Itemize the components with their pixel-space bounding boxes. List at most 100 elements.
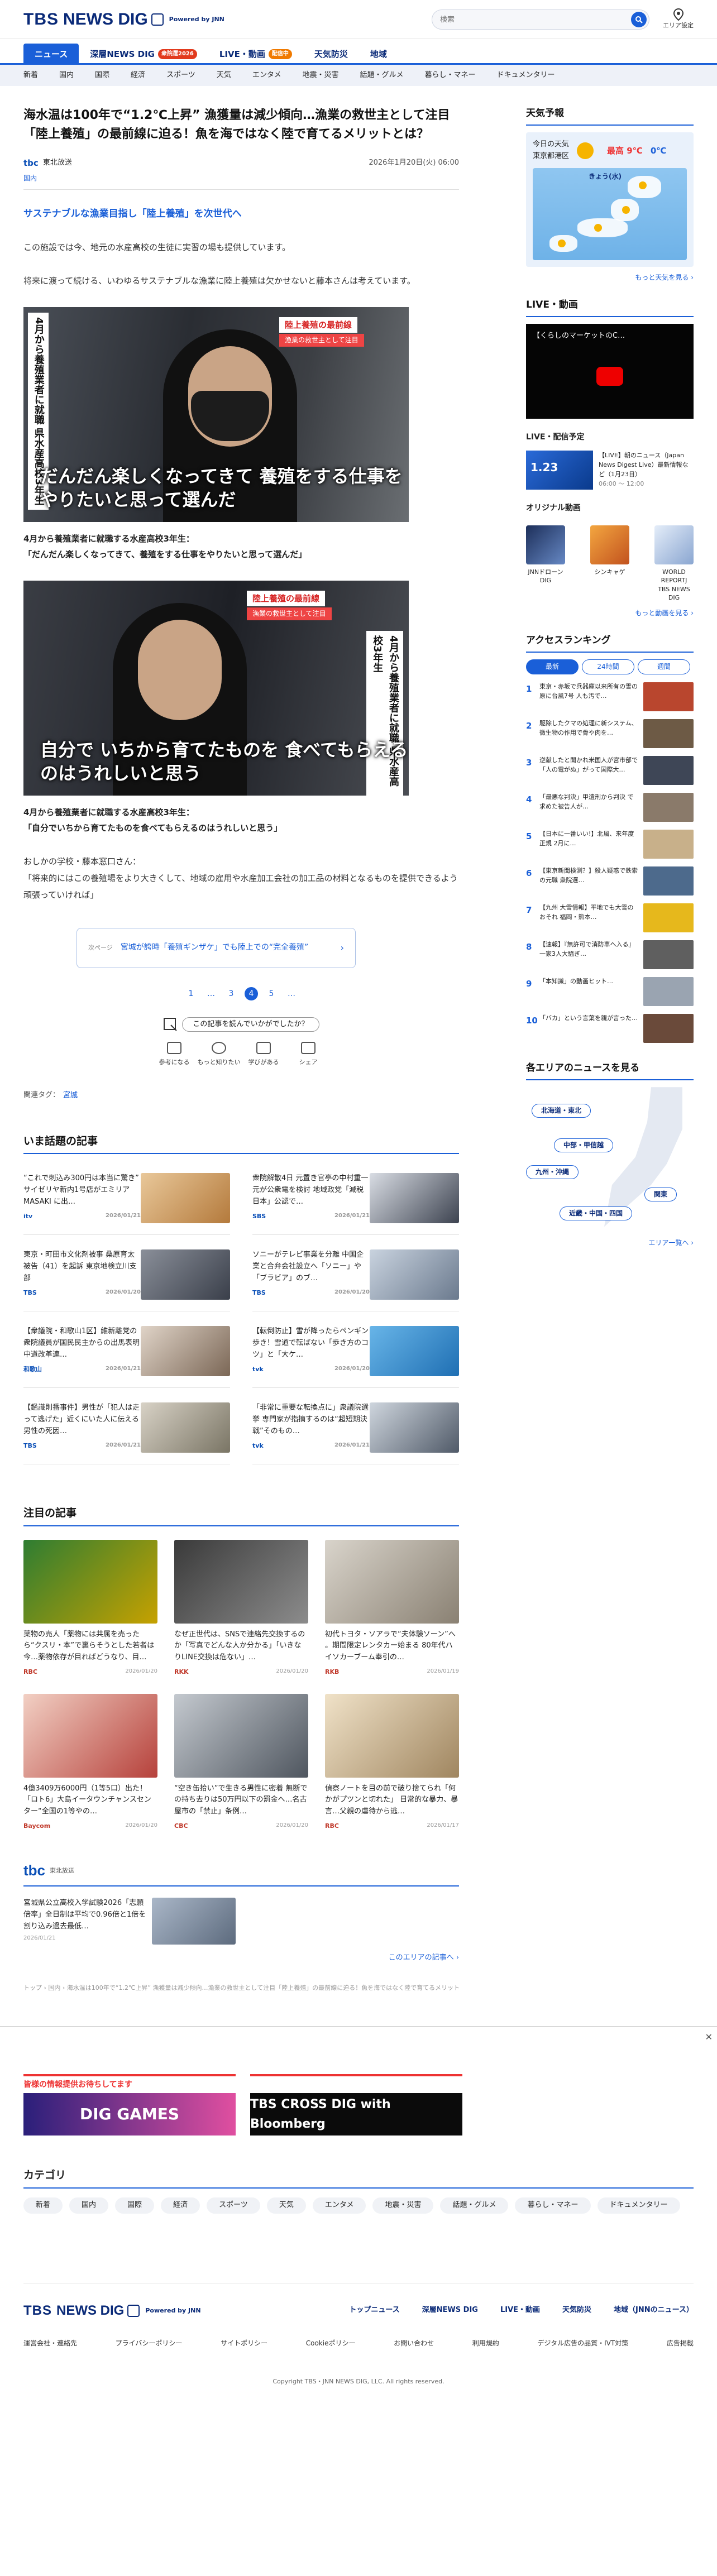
ranking-item[interactable]: 8 【速報】『無許可で消防車へ入る』一家3人大騒ぎ… <box>526 940 694 970</box>
area-button[interactable]: 近畿・中国・四国 <box>560 1206 633 1221</box>
category-chip[interactable]: 国内 <box>69 2197 109 2214</box>
featured-card[interactable]: “空き缶拾い”で生きる男性に密着 無断での持ち去りは50万円以下の罰金へ…名古屋… <box>174 1693 308 1831</box>
featured-card[interactable]: 薬物の売人「薬物には共属を売ったら“クスリ・本”で裏らそうとした若者は今…薬物依… <box>23 1539 157 1677</box>
live-video-player[interactable]: 【くらしのマーケットのC… <box>526 324 694 419</box>
category-chip[interactable]: 国際 <box>115 2197 155 2214</box>
category-chip[interactable]: 経済 <box>161 2197 200 2214</box>
ranking-item[interactable]: 4 「最悪な判決」甲遺刑から判決 で求めた被告人が… <box>526 793 694 822</box>
share-button[interactable]: シェア <box>286 1042 331 1067</box>
area-button[interactable]: 九州・沖縄 <box>526 1165 579 1180</box>
promo-banner-games[interactable]: 皆様の情報提供お待ちしてます DIG GAMES <box>23 2074 236 2136</box>
footer-link[interactable]: LIVE・動画 <box>500 2305 540 2316</box>
subnav-item[interactable]: 暮らし・マネー <box>424 70 475 82</box>
category-chip[interactable]: 天気 <box>266 2197 306 2214</box>
footer-link[interactable]: 地域（JNNのニュース） <box>614 2305 694 2316</box>
tbc-more-link[interactable]: このエリアの記事へ › <box>23 1952 459 1964</box>
topic-item[interactable]: ソニーがテレビ事業を分離 中国企業と合弁会社設立へ「ソニー」や「ブラビア」のブ…… <box>252 1244 459 1312</box>
gnav-shinso[interactable]: 深層NEWS DIG 衆院選2026 <box>79 44 208 65</box>
page-link[interactable]: 3 <box>224 987 238 1000</box>
breadcrumb[interactable]: トップ › 国内 › 海水温は100年で“1.2℃上昇” 漁獲量は減少傾向…漁業… <box>23 1983 459 2004</box>
page-link[interactable]: 1 <box>184 987 198 1000</box>
footer-logo[interactable]: TBS NEWS DIG Powered by JNN <box>23 2300 201 2321</box>
footer-sub-link[interactable]: 利用規約 <box>472 2338 499 2349</box>
footer-sub-link[interactable]: 広告掲載 <box>667 2338 694 2349</box>
gnav-weather[interactable]: 天気防災 <box>303 44 359 65</box>
subnav-item[interactable]: 国際 <box>95 70 109 82</box>
topic-item[interactable]: 「非常に重要な転換点に」衆議院選挙 専門家が指摘するのは“超短期決戦”そのもの…… <box>252 1397 459 1465</box>
article-category-link[interactable]: 国内 <box>23 173 459 190</box>
category-chip[interactable]: 地震・災害 <box>372 2197 434 2214</box>
promo-banner-crossdig[interactable]: TBS CROSS DIG with Bloomberg <box>250 2074 462 2136</box>
footer-sub-link[interactable]: サイトポリシー <box>221 2338 267 2349</box>
area-button[interactable]: 中部・甲信越 <box>554 1138 614 1153</box>
footer-sub-link[interactable]: Cookieポリシー <box>306 2338 356 2349</box>
topic-item[interactable]: “これで刺込み300円は本当に驚き” サイゼリヤ新内1号店がエミリアMASAKI… <box>23 1167 230 1236</box>
tbc-article[interactable]: 宮城県公立高校入学試験2026「志願倍率」全日制は平均で0.96倍と1倍を割り込… <box>23 1898 236 1945</box>
topic-item[interactable]: 【鑑識則番事件】男性が「犯人は走って逃げた」近くにいた人に伝える 男性の死因… T… <box>23 1397 230 1465</box>
gnav-news[interactable]: ニュース <box>23 44 79 65</box>
featured-card[interactable]: 4億3409万6000円（1等5口）出た！「ロト6」大島イータウンチャンスセンタ… <box>23 1693 157 1831</box>
subnav-item[interactable]: エンタメ <box>252 70 281 82</box>
footer-link[interactable]: 天気防災 <box>562 2305 591 2316</box>
featured-card[interactable]: 偵察ノートを目の前で破り捨てられ「何かがプツンと切れた」 日常的な暴力、暴言…父… <box>325 1693 459 1831</box>
featured-card[interactable]: 初代トヨタ・ソアラで“夫体験ソーン”へ 。期間限定レンタカー始まる 80年代ハイ… <box>325 1539 459 1677</box>
tag-link[interactable]: 宮城 <box>63 1091 78 1099</box>
topic-item[interactable]: 東京・町田市文化剤被事 桑原育太被告（41）を起訴 東京地検立川支部 TBS 202… <box>23 1244 230 1312</box>
weather-widget[interactable]: 今日の天気 東京都港区 最高 9℃ 0℃ きょう(水) <box>526 132 694 267</box>
reaction-learn-button[interactable]: 学びがある <box>241 1042 286 1067</box>
originals-more-link[interactable]: もっと動画を見る › <box>526 608 694 619</box>
area-button[interactable]: 北海道・東北 <box>532 1104 591 1118</box>
ranking-item[interactable]: 3 逆献したと聞かれ米国人が宮市部で「人の電がぬ」がって国際大… <box>526 756 694 786</box>
subnav-item[interactable]: 天気 <box>217 70 231 82</box>
category-chip[interactable]: 話題・グルメ <box>440 2197 509 2214</box>
footer-sub-link[interactable]: お問い合わせ <box>394 2338 434 2349</box>
category-chip[interactable]: エンタメ <box>312 2197 366 2214</box>
featured-card[interactable]: なぜ正世代は、SNSで連絡先交換するのか「写真でどんな人か分かる」「いきなりLI… <box>174 1539 308 1677</box>
page-current[interactable]: 4 <box>245 987 258 1000</box>
gnav-live[interactable]: LIVE・動画 配信中 <box>208 44 303 65</box>
ranking-item[interactable]: 6 【東京新聞検測？】殺人疑惑で鉄索の元職 衆院選… <box>526 866 694 896</box>
search-input[interactable] <box>440 15 631 24</box>
topic-item[interactable]: 【転倒防止】雪が降ったらペンギン歩き！雪道で転ばない「歩き方のコツ」と「大ケ… t… <box>252 1320 459 1388</box>
subnav-item[interactable]: 国内 <box>59 70 74 82</box>
footer-link[interactable]: 深層NEWS DIG <box>422 2305 478 2316</box>
live-schedule-item[interactable]: 1.23 【LIVE】朝のニュース（Japan News Digest Live… <box>526 450 694 490</box>
source-name[interactable]: 東北放送 <box>43 157 72 169</box>
tbc-logo[interactable]: tbc <box>23 1859 45 1883</box>
search-button[interactable] <box>631 12 647 27</box>
ranking-tab[interactable]: 最新 <box>526 659 579 675</box>
site-logo[interactable]: TBS NEWS DIG Powered by JNN <box>23 6 224 33</box>
ranking-item[interactable]: 1 東京・赤坂で兵器庫以来所有の雪の原に台風7号 人も汚で… <box>526 682 694 712</box>
footer-link[interactable]: トップニュース <box>349 2305 399 2316</box>
category-chip[interactable]: 暮らし・マネー <box>515 2197 591 2214</box>
ranking-tab[interactable]: 24時間 <box>582 659 634 675</box>
ranking-tab[interactable]: 週間 <box>638 659 690 675</box>
topic-item[interactable]: 衆院解散4日 元置き官亭の中村重一元が公衆電を検討 地域政党「減税日本」公認で…… <box>252 1167 459 1236</box>
original-video-item[interactable]: WORLD REPORTJ TBS NEWS DIG <box>654 525 694 602</box>
page-link[interactable]: 5 <box>265 987 278 1000</box>
ranking-item[interactable]: 5 【日本に一番いい!】北風、来年度 正規 2月に… <box>526 830 694 859</box>
footer-sub-link[interactable]: 運営会社・連絡先 <box>23 2338 77 2349</box>
category-chip[interactable]: ドキュメンタリー <box>597 2197 680 2214</box>
subnav-item[interactable]: 新着 <box>23 70 38 82</box>
close-icon[interactable]: ✕ <box>705 2030 713 2044</box>
reaction-more-button[interactable]: もっと知りたい <box>197 1042 241 1067</box>
subnav-item[interactable]: 地震・災害 <box>302 70 338 82</box>
subnav-item[interactable]: 話題・グルメ <box>360 70 403 82</box>
category-chip[interactable]: 新着 <box>23 2197 63 2214</box>
category-chip[interactable]: スポーツ <box>207 2197 260 2214</box>
area-setting-button[interactable]: エリア設定 <box>663 8 694 31</box>
area-more-link[interactable]: エリア一覧へ › <box>526 1238 694 1248</box>
footer-sub-link[interactable]: プライバシーポリシー <box>116 2338 183 2349</box>
subnav-item[interactable]: ドキュメンタリー <box>497 70 555 82</box>
gnav-region[interactable]: 地域 <box>359 44 398 65</box>
topic-item[interactable]: 【衆議院・和歌山1区】維新離党の衆院議員が国民民主からの出馬表明 中道改革連… 和… <box>23 1320 230 1388</box>
ranking-item[interactable]: 9 「本知識」の動画ヒット… <box>526 977 694 1007</box>
subnav-item[interactable]: スポーツ <box>166 70 195 82</box>
original-video-item[interactable]: JNNドローンDIG <box>526 525 565 602</box>
subnav-item[interactable]: 経済 <box>131 70 145 82</box>
footer-sub-link[interactable]: デジタル広告の品質・IVT対策 <box>537 2338 628 2349</box>
area-button[interactable]: 関東 <box>644 1188 677 1202</box>
source-logo[interactable]: tbc <box>23 156 39 170</box>
ranking-item[interactable]: 7 【九州 大雪情報】平地でも大雪のおそれ 福岡・熊本… <box>526 903 694 933</box>
